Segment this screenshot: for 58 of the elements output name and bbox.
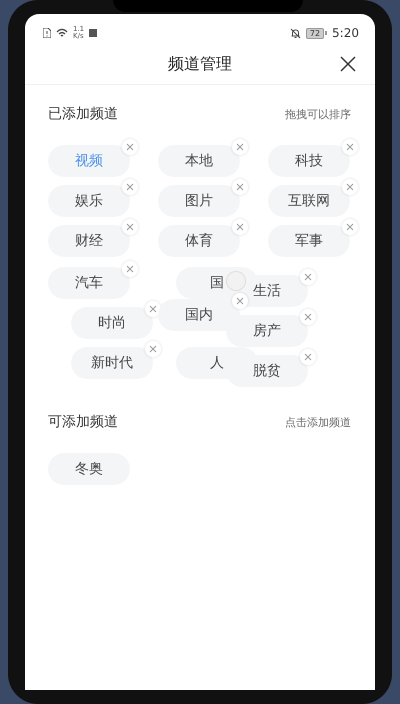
wifi-icon <box>56 28 68 38</box>
battery-icon: 72 <box>306 28 328 38</box>
close-icon <box>346 223 354 231</box>
channel-chip[interactable]: 互联网 <box>268 185 350 217</box>
close-icon <box>126 143 134 151</box>
remove-button[interactable] <box>300 349 316 365</box>
close-icon <box>149 305 157 313</box>
channel-chip[interactable]: 财经 <box>48 225 130 257</box>
channel-chip[interactable]: 国内 <box>158 299 240 331</box>
close-icon <box>236 297 244 305</box>
sim-icon <box>43 28 51 38</box>
channel-chip[interactable]: 科技 <box>268 145 350 177</box>
channel-chip[interactable]: 本地 <box>158 145 240 177</box>
touch-indicator <box>226 271 246 291</box>
remove-button[interactable] <box>342 139 358 155</box>
remove-button[interactable] <box>232 139 248 155</box>
remove-button[interactable] <box>342 179 358 195</box>
close-icon <box>304 273 312 281</box>
remove-button[interactable] <box>122 261 138 277</box>
remove-button[interactable] <box>232 179 248 195</box>
remove-button[interactable] <box>122 219 138 235</box>
close-icon <box>346 143 354 151</box>
channel-chip[interactable]: 图片 <box>158 185 240 217</box>
notification-icon <box>89 29 98 37</box>
close-icon <box>149 345 157 353</box>
remove-button[interactable] <box>122 179 138 195</box>
close-icon <box>236 223 244 231</box>
close-icon <box>346 183 354 191</box>
close-icon <box>236 183 244 191</box>
channel-chip[interactable]: 娱乐 <box>48 185 130 217</box>
close-button[interactable] <box>339 55 357 73</box>
channel-chip[interactable]: 新时代 <box>71 347 153 379</box>
section-hint: 拖拽可以排序 <box>285 106 351 122</box>
close-icon <box>126 183 134 191</box>
channel-chip[interactable]: 汽车 <box>48 267 130 299</box>
remove-button[interactable] <box>300 309 316 325</box>
channel-chip[interactable]: 军事 <box>268 225 350 257</box>
channel-chip[interactable]: 房产 <box>226 315 308 347</box>
section-title: 可添加频道 <box>48 413 118 431</box>
clock: 5:20 <box>332 26 359 40</box>
close-icon <box>126 223 134 231</box>
muted-bell-icon <box>290 28 301 38</box>
section-title: 已添加频道 <box>48 105 118 123</box>
close-icon <box>304 313 312 321</box>
remove-button[interactable] <box>145 341 161 357</box>
close-icon <box>304 353 312 361</box>
channel-chip[interactable]: 冬奥 <box>48 453 130 485</box>
remove-button[interactable] <box>232 219 248 235</box>
channel-chip[interactable]: 时尚 <box>71 307 153 339</box>
close-icon <box>236 143 244 151</box>
page-title: 频道管理 <box>168 54 232 74</box>
section-hint: 点击添加频道 <box>285 414 351 430</box>
remove-button[interactable] <box>300 269 316 285</box>
channel-chip[interactable]: 体育 <box>158 225 240 257</box>
remove-button[interactable] <box>342 219 358 235</box>
remove-button[interactable] <box>122 139 138 155</box>
channel-chip[interactable]: 脱贫 <box>226 355 308 387</box>
close-icon <box>126 265 134 273</box>
